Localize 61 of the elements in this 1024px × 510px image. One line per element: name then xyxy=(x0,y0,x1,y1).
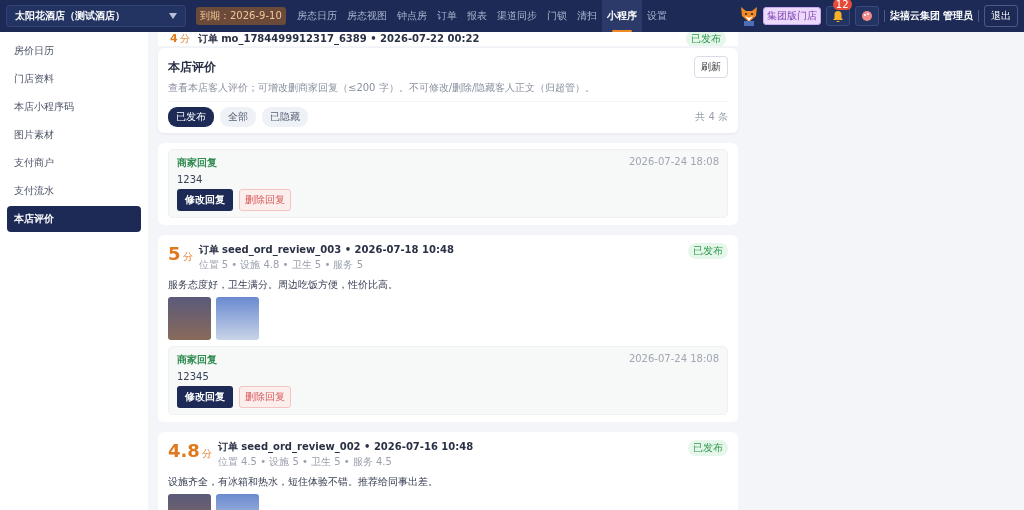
sidebar-item[interactable]: 本店评价 xyxy=(7,206,141,232)
review-count: 共 4 条 xyxy=(695,110,728,124)
reply-text: 12345 xyxy=(177,371,210,382)
filter-tab[interactable]: 全部 xyxy=(220,107,256,127)
reply-text: 1234 xyxy=(177,174,204,185)
nav-tab[interactable]: 钟点房 xyxy=(391,0,432,32)
reply-label: 商家回复 xyxy=(177,156,217,170)
reply-date: 2026-07-24 18:08 xyxy=(628,156,719,169)
nav-tab[interactable]: 报表 xyxy=(461,0,492,32)
notification-button[interactable] xyxy=(825,6,850,26)
store-select[interactable]: 太阳花酒店（测试酒店） xyxy=(6,5,186,27)
nav-tab[interactable]: 门锁 xyxy=(541,0,572,32)
edit-reply-button[interactable]: 修改回复 xyxy=(177,386,233,408)
sidebar-item[interactable]: 支付流水 xyxy=(7,178,141,204)
status-badge: 已发布 xyxy=(688,243,728,259)
review-text: 设施齐全，有冰箱和热水，短住体验不错。推荐给同事出差。 xyxy=(168,475,439,489)
order-info: 订单 seed_ord_review_003 • 2026-07-18 10:48 xyxy=(198,243,454,257)
reply-date: 2026-07-24 18:08 xyxy=(628,353,719,366)
photo-placeholder[interactable] xyxy=(216,297,259,340)
review-text: 服务态度好，卫生满分。周边吃饭方便，性价比高。 xyxy=(168,278,399,292)
status-badge: 已发布 xyxy=(686,32,726,46)
sidebar-item[interactable]: 图片素材 xyxy=(7,122,141,148)
nav-tab[interactable]: 订单 xyxy=(431,0,462,32)
nav-tab[interactable]: 设置 xyxy=(641,0,672,32)
refresh-button[interactable]: 刷新 xyxy=(694,56,728,78)
nav-tab[interactable]: 房态日历 xyxy=(291,0,342,32)
order-info: 订单 seed_ord_review_002 • 2026-07-16 10:48 xyxy=(217,440,474,454)
notification-count: 12 xyxy=(832,0,852,10)
sidebar-item[interactable]: 房价日历 xyxy=(7,38,141,64)
sidebar-item[interactable]: 本店小程序码 xyxy=(7,94,141,120)
delete-reply-button[interactable]: 删除回复 xyxy=(239,386,291,408)
review-score: 4 分 xyxy=(170,32,190,46)
delete-reply-button[interactable]: 删除回复 xyxy=(239,189,291,211)
user-name: 柒禧云集团 管理员 xyxy=(889,9,973,23)
page-title: 本店评价 xyxy=(168,58,216,76)
caret-icon xyxy=(169,13,177,19)
expiry-badge: 到期：2026-9-10 xyxy=(196,7,286,25)
sidebar-item[interactable]: 支付商户 xyxy=(7,150,141,176)
rating-details: 位置 4.5 • 设施 5 • 卫生 5 • 服务 4.5 xyxy=(217,455,393,469)
nav-tab[interactable]: 渠道同步 xyxy=(491,0,542,32)
fox-mascot-icon xyxy=(739,6,758,26)
review-score: 5 分 xyxy=(168,243,193,264)
rating-details: 位置 5 • 设施 4.8 • 卫生 5 • 服务 5 xyxy=(198,258,364,272)
edit-reply-button[interactable]: 修改回复 xyxy=(177,189,233,211)
page-description: 查看本店客人评价；可增改删商家回复（≤200 字）。不可修改/删除/隐藏客人正文（归超管）。 xyxy=(168,81,597,95)
review-score: 4.8 分 xyxy=(168,440,212,461)
nav-tab[interactable]: 小程序 xyxy=(601,0,642,32)
nav-tab[interactable]: 清扫 xyxy=(571,0,602,32)
nav-tab[interactable]: 房态视图 xyxy=(341,0,392,32)
palette-icon xyxy=(861,11,872,21)
order-info: 订单 mo_1784499912317_6389 • 2026-07-22 00:22 xyxy=(197,32,480,46)
bell-icon xyxy=(832,10,843,22)
sidebar-item[interactable]: 门店资料 xyxy=(7,66,141,92)
filter-tab[interactable]: 已隐藏 xyxy=(262,107,308,127)
photo-placeholder[interactable] xyxy=(168,297,211,340)
reply-label: 商家回复 xyxy=(177,353,217,367)
group-store-tag: 集团版门店 xyxy=(762,7,821,25)
theme-button[interactable] xyxy=(854,6,879,26)
status-badge: 已发布 xyxy=(688,440,728,456)
logout-button[interactable]: 退出 xyxy=(984,5,1018,27)
filter-tab[interactable]: 已发布 xyxy=(168,107,214,127)
